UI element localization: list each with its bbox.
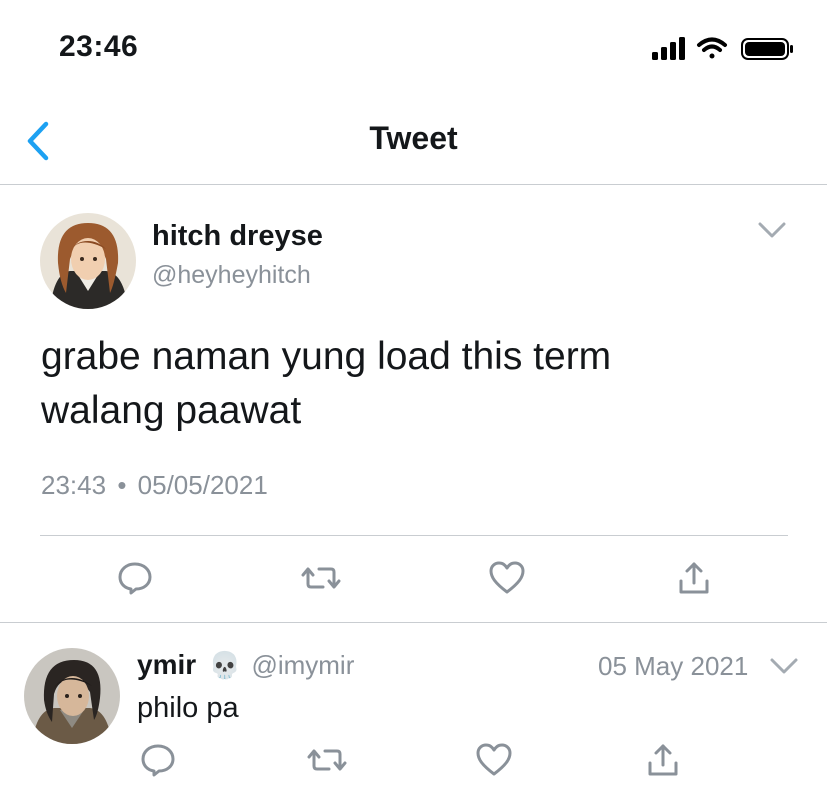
reply-header: ymir 💀 @imymir [137,649,354,681]
reply-icon [118,562,152,595]
like-icon [489,561,525,594]
page-title: Tweet [369,120,458,156]
nav-divider [0,184,827,185]
skull-emoji: 💀 [208,650,241,680]
reply-icon [141,744,175,777]
reply-author-name[interactable]: ymir [137,649,196,680]
reply-date: 05 May 2021 [598,651,749,681]
battery-icon [741,38,793,60]
share-icon [648,744,678,776]
tweet-options-button[interactable] [757,220,787,240]
avatar[interactable] [40,213,136,309]
tweet-divider [0,622,827,623]
reply-share-button[interactable] [641,738,685,782]
reply-retweet-button[interactable] [305,738,349,782]
reply-options-button[interactable] [769,656,799,676]
author-name[interactable]: hitch dreyse [152,220,323,253]
reply-author-handle[interactable]: @imymir [251,650,354,680]
tweet-meta: 23:43 • 05/05/2021 [41,470,268,501]
reply-avatar[interactable] [24,648,120,744]
chevron-down-icon [770,658,798,674]
reply-reply-button[interactable] [136,738,180,782]
reply-button[interactable] [113,556,157,600]
status-icons [650,34,796,64]
tweet-time: 23:43 [41,470,107,500]
retweet-icon [307,749,347,771]
share-button[interactable] [672,556,716,600]
retweet-button[interactable] [299,556,343,600]
author-handle[interactable]: @heyheyhitch [152,261,311,290]
tweet-text-line: walang paawat [41,389,302,432]
tweet-date: 05/05/2021 [137,470,268,500]
status-time: 23:46 [59,30,139,63]
share-icon [679,562,709,594]
signal-icon [652,37,685,60]
wifi-icon [697,37,727,59]
like-button[interactable] [485,556,529,600]
meta-divider [40,535,788,536]
like-icon [476,743,512,776]
meta-separator: • [117,470,127,500]
tweet-text-line: grabe naman yung load this term [41,335,612,378]
chevron-down-icon [758,222,786,238]
reply-text: philo pa [137,692,239,724]
reply-like-button[interactable] [472,738,516,782]
retweet-icon [301,567,341,589]
tweet-text: grabe naman yung load this term walang p… [41,330,761,438]
